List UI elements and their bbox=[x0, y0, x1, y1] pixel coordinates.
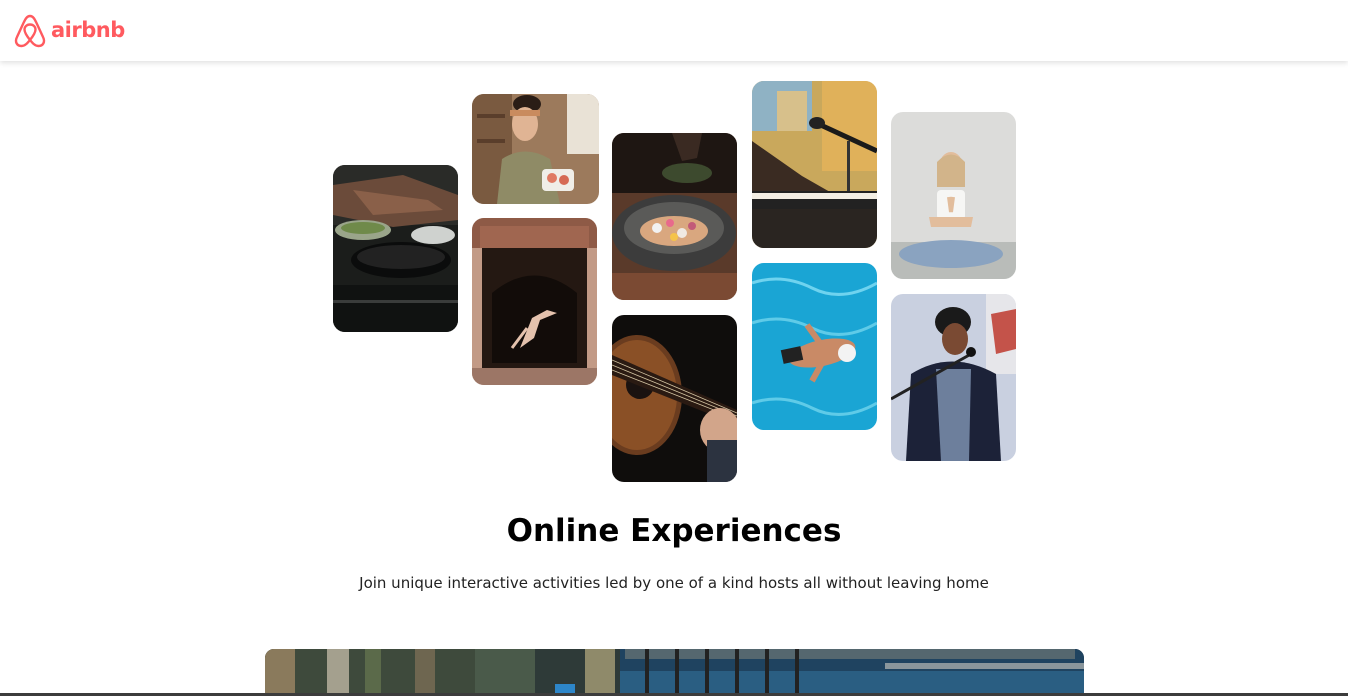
photo-yoga bbox=[891, 112, 1016, 279]
navbar: airbnb bbox=[0, 0, 1348, 61]
photo-dancer-doorway bbox=[472, 218, 597, 385]
photo-food-bowl bbox=[612, 133, 737, 300]
hero-photo-grid bbox=[0, 0, 1348, 500]
photo-piano-microphone bbox=[752, 81, 877, 248]
photo-guitar bbox=[612, 315, 737, 482]
page-title: Online Experiences bbox=[506, 513, 842, 549]
photo-swimmer bbox=[752, 263, 877, 430]
photo-woman-chef bbox=[472, 94, 599, 204]
airbnb-belo-icon bbox=[14, 14, 46, 48]
airbnb-logo[interactable]: airbnb bbox=[13, 12, 125, 48]
page-subtitle: Join unique interactive activities led b… bbox=[359, 574, 989, 592]
banner-photo-resort-pool bbox=[265, 649, 1084, 696]
photo-singer bbox=[891, 294, 1016, 461]
brand-name: airbnb bbox=[51, 18, 125, 42]
photo-chefs-cooking bbox=[333, 165, 458, 332]
